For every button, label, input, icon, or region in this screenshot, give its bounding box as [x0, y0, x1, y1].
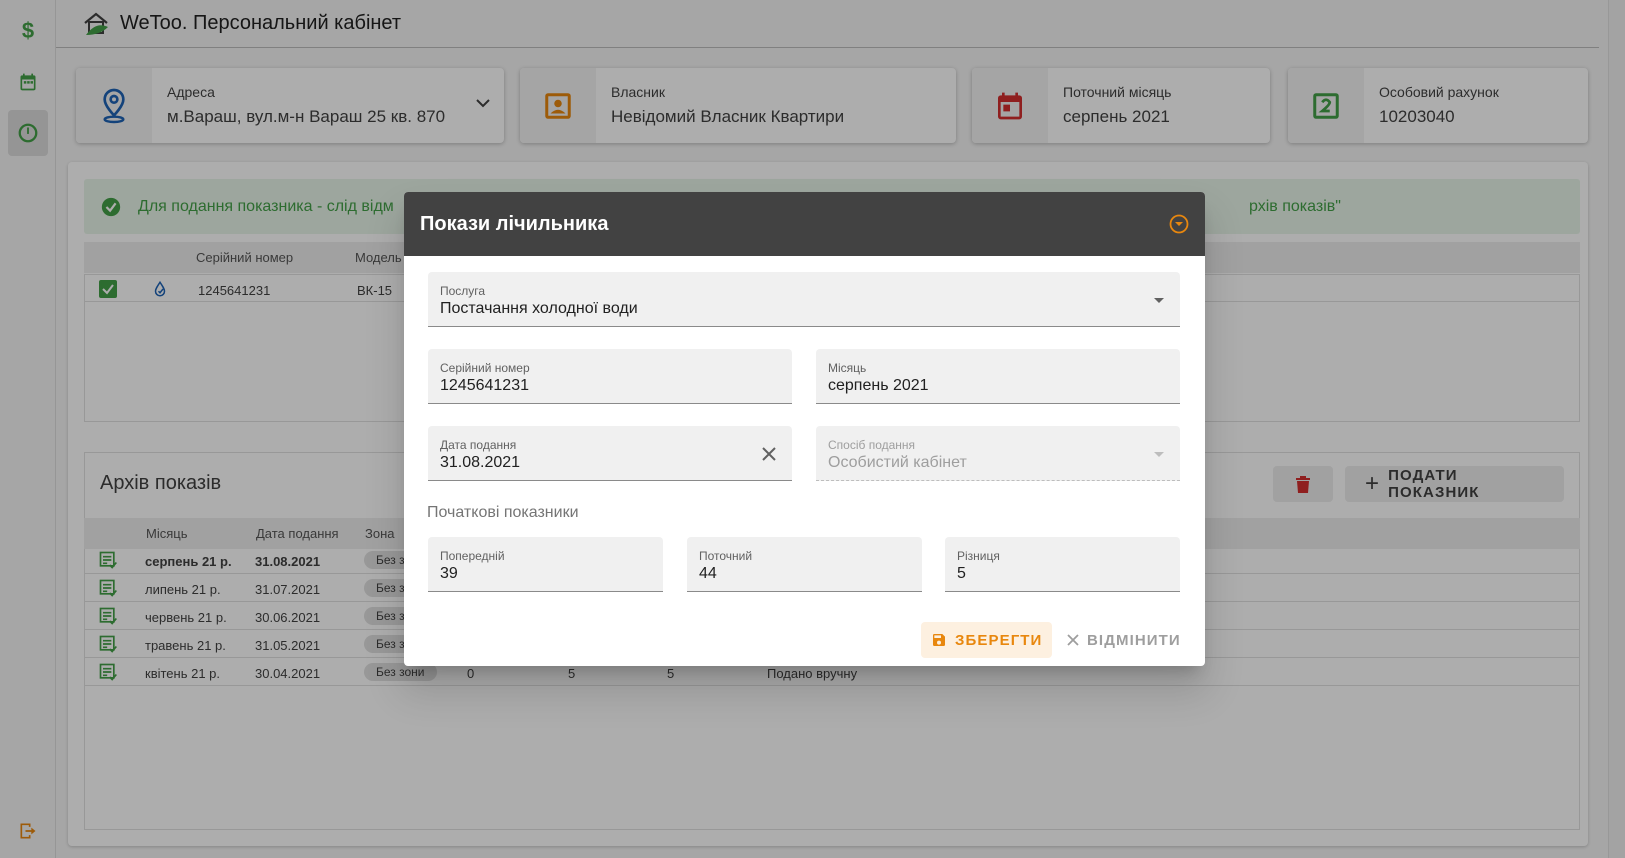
- save-label: ЗБЕРЕГТИ: [955, 631, 1043, 649]
- serial-value: 1245641231: [440, 377, 529, 394]
- submission-date-field[interactable]: Дата подання 31.08.2021: [428, 426, 792, 481]
- month-field-label: Місяць: [828, 361, 867, 375]
- difference-value: 5: [957, 565, 966, 582]
- service-value: Постачання холодної води: [440, 300, 638, 317]
- dialog-header: Покази лічильника: [404, 192, 1205, 256]
- cancel-button[interactable]: ВІДМІНИТИ: [1057, 622, 1191, 658]
- clear-icon[interactable]: [762, 447, 776, 461]
- save-button[interactable]: ЗБЕРЕГТИ: [921, 622, 1053, 658]
- dialog-title: Покази лічильника: [420, 212, 609, 235]
- previous-value: 39: [440, 565, 458, 582]
- date-value: 31.08.2021: [440, 454, 521, 471]
- close-icon: [1067, 634, 1079, 646]
- difference-label: Різниця: [957, 549, 1000, 563]
- cancel-label: ВІДМІНИТИ: [1087, 631, 1181, 649]
- service-label: Послуга: [440, 284, 486, 298]
- current-label: Поточний: [699, 549, 753, 563]
- current-value: 44: [699, 565, 717, 582]
- initial-readings-title: Початкові показники: [427, 504, 579, 521]
- serial-label: Серійний номер: [440, 361, 530, 375]
- difference-field[interactable]: Різниця 5: [945, 537, 1180, 592]
- meter-reading-dialog: Покази лічильника Послуга Постачання хол…: [404, 192, 1205, 666]
- method-value: Особистий кабінет: [828, 454, 967, 471]
- method-label: Спосіб подання: [828, 438, 916, 452]
- serial-number-field[interactable]: Серійний номер 1245641231: [428, 349, 792, 404]
- submission-method-select: Спосіб подання Особистий кабінет: [816, 426, 1180, 481]
- service-select[interactable]: Послуга Постачання холодної води: [428, 272, 1180, 327]
- date-label: Дата подання: [440, 438, 517, 452]
- previous-label: Попередній: [440, 549, 505, 563]
- previous-reading-field[interactable]: Попередній 39: [428, 537, 663, 592]
- month-field-value: серпень 2021: [828, 377, 929, 394]
- current-reading-field[interactable]: Поточний 44: [687, 537, 922, 592]
- dropdown-arrow-icon: [1154, 452, 1164, 457]
- month-field[interactable]: Місяць серпень 2021: [816, 349, 1180, 404]
- save-icon: [933, 634, 945, 646]
- collapse-icon[interactable]: [1169, 214, 1189, 234]
- dropdown-arrow-icon: [1154, 298, 1164, 303]
